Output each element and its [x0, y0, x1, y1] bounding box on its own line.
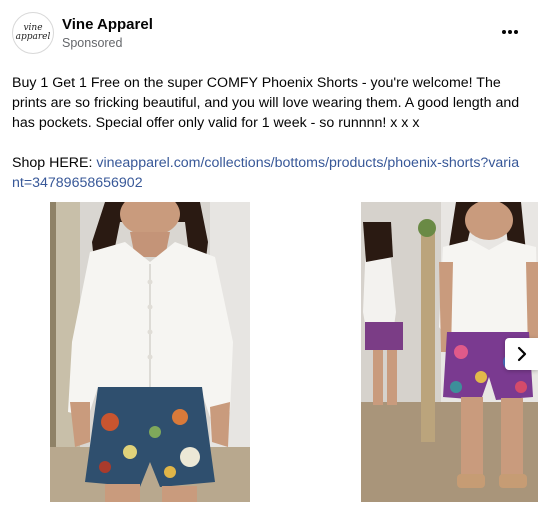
- more-options-button[interactable]: [496, 22, 524, 42]
- avatar-logo-text: vine apparel: [15, 23, 51, 42]
- post-header: vine apparel Vine Apparel Sponsored: [12, 12, 526, 54]
- shop-prefix: Shop HERE:: [12, 155, 97, 171]
- carousel-card-1[interactable]: [50, 202, 250, 502]
- chevron-right-icon: [517, 346, 526, 362]
- product-photo-blue-shorts: [50, 202, 250, 502]
- shop-line: Shop HERE: vineapparel.com/collections/b…: [12, 153, 522, 193]
- page-avatar[interactable]: vine apparel: [12, 12, 54, 54]
- page-name[interactable]: Vine Apparel: [62, 16, 153, 33]
- product-carousel: [0, 202, 538, 502]
- carousel-next-button[interactable]: [505, 338, 538, 370]
- post-caption: Buy 1 Get 1 Free on the super COMFY Phoe…: [12, 73, 522, 193]
- more-horizontal-icon: [502, 30, 518, 34]
- sponsored-label[interactable]: Sponsored: [62, 36, 122, 50]
- caption-text: Buy 1 Get 1 Free on the super COMFY Phoe…: [12, 75, 520, 131]
